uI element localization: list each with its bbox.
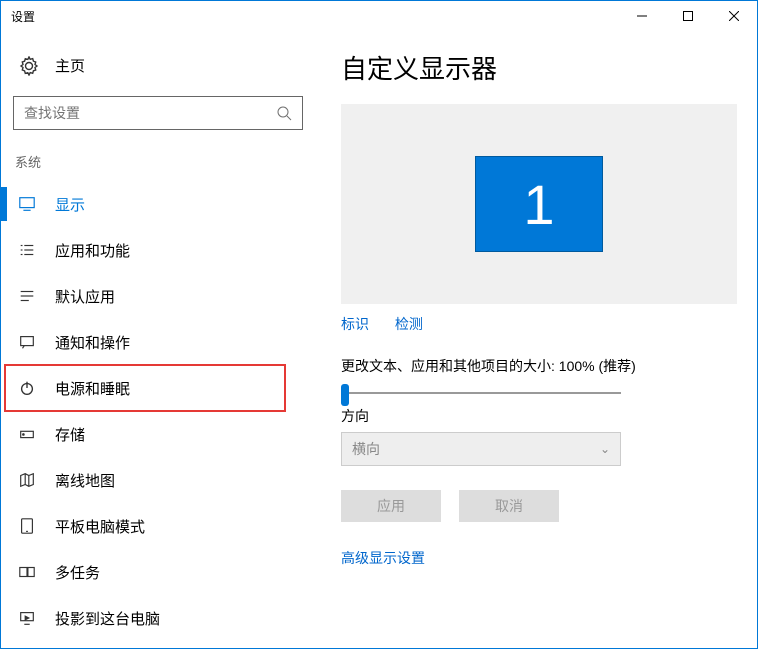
search-input[interactable]	[24, 105, 276, 121]
sidebar-item-apps[interactable]: 应用和功能	[13, 227, 299, 273]
slider-track	[341, 392, 621, 394]
gear-icon	[19, 56, 39, 76]
sidebar-item-power-sleep[interactable]: 电源和睡眠	[5, 365, 285, 411]
maximize-button[interactable]	[665, 1, 711, 31]
project-icon	[17, 608, 37, 628]
map-icon	[17, 470, 37, 490]
multitask-icon	[17, 562, 37, 582]
close-icon	[729, 11, 739, 21]
maximize-icon	[683, 11, 693, 21]
chevron-down-icon: ⌄	[600, 442, 610, 456]
sidebar-item-display[interactable]: 显示	[13, 181, 299, 227]
storage-icon	[17, 424, 37, 444]
monitor-1[interactable]: 1	[475, 156, 603, 252]
sidebar-item-multitasking[interactable]: 多任务	[13, 549, 299, 595]
section-label: 系统	[13, 152, 299, 171]
search-box[interactable]	[13, 96, 303, 130]
orientation-label: 方向	[341, 406, 737, 426]
sidebar: 主页 系统 显示 应用和功能 默认应用 通知和操作	[1, 31, 311, 648]
minimize-button[interactable]	[619, 1, 665, 31]
sidebar-item-label: 通知和操作	[55, 332, 130, 353]
monitor-icon	[17, 194, 37, 214]
orientation-dropdown[interactable]: 横向 ⌄	[341, 432, 621, 466]
notification-icon	[17, 332, 37, 352]
detect-link[interactable]: 检测	[395, 316, 423, 332]
sidebar-item-notifications[interactable]: 通知和操作	[13, 319, 299, 365]
sidebar-item-projecting[interactable]: 投影到这台电脑	[13, 595, 299, 641]
home-button[interactable]: 主页	[13, 49, 299, 82]
cancel-button[interactable]: 取消	[459, 490, 559, 522]
sidebar-item-label: 默认应用	[55, 286, 115, 307]
sidebar-item-storage[interactable]: 存储	[13, 411, 299, 457]
sidebar-item-label: 存储	[55, 424, 85, 445]
sidebar-item-label: 应用和功能	[55, 240, 130, 261]
home-label: 主页	[55, 55, 85, 76]
tablet-icon	[17, 516, 37, 536]
orientation-value: 横向	[352, 439, 380, 459]
sidebar-item-tablet-mode[interactable]: 平板电脑模式	[13, 503, 299, 549]
identify-link[interactable]: 标识	[341, 316, 369, 332]
search-icon	[276, 105, 292, 121]
window-title: 设置	[11, 8, 35, 25]
main-panel: 自定义显示器 1 标识 检测 更改文本、应用和其他项目的大小: 100% (推荐…	[311, 31, 757, 648]
slider-thumb[interactable]	[341, 384, 349, 406]
monitor-number: 1	[523, 172, 554, 237]
sidebar-item-label: 平板电脑模式	[55, 516, 145, 537]
list-icon	[17, 240, 37, 260]
scale-label: 更改文本、应用和其他项目的大小: 100% (推荐)	[341, 356, 737, 376]
page-title: 自定义显示器	[341, 49, 737, 86]
scale-slider[interactable]	[341, 384, 621, 386]
close-button[interactable]	[711, 1, 757, 31]
sidebar-item-label: 电源和睡眠	[55, 378, 130, 399]
minimize-icon	[637, 11, 647, 21]
sidebar-item-label: 离线地图	[55, 470, 115, 491]
sidebar-item-label: 投影到这台电脑	[55, 608, 160, 629]
sidebar-item-label: 多任务	[55, 562, 100, 583]
sidebar-item-label: 显示	[55, 194, 85, 215]
power-icon	[17, 378, 37, 398]
title-bar: 设置	[1, 1, 757, 31]
defaults-icon	[17, 286, 37, 306]
advanced-display-link[interactable]: 高级显示设置	[341, 550, 425, 566]
apply-button[interactable]: 应用	[341, 490, 441, 522]
sidebar-item-offline-maps[interactable]: 离线地图	[13, 457, 299, 503]
sidebar-item-default-apps[interactable]: 默认应用	[13, 273, 299, 319]
display-preview: 1	[341, 104, 737, 304]
window-controls	[619, 1, 757, 31]
